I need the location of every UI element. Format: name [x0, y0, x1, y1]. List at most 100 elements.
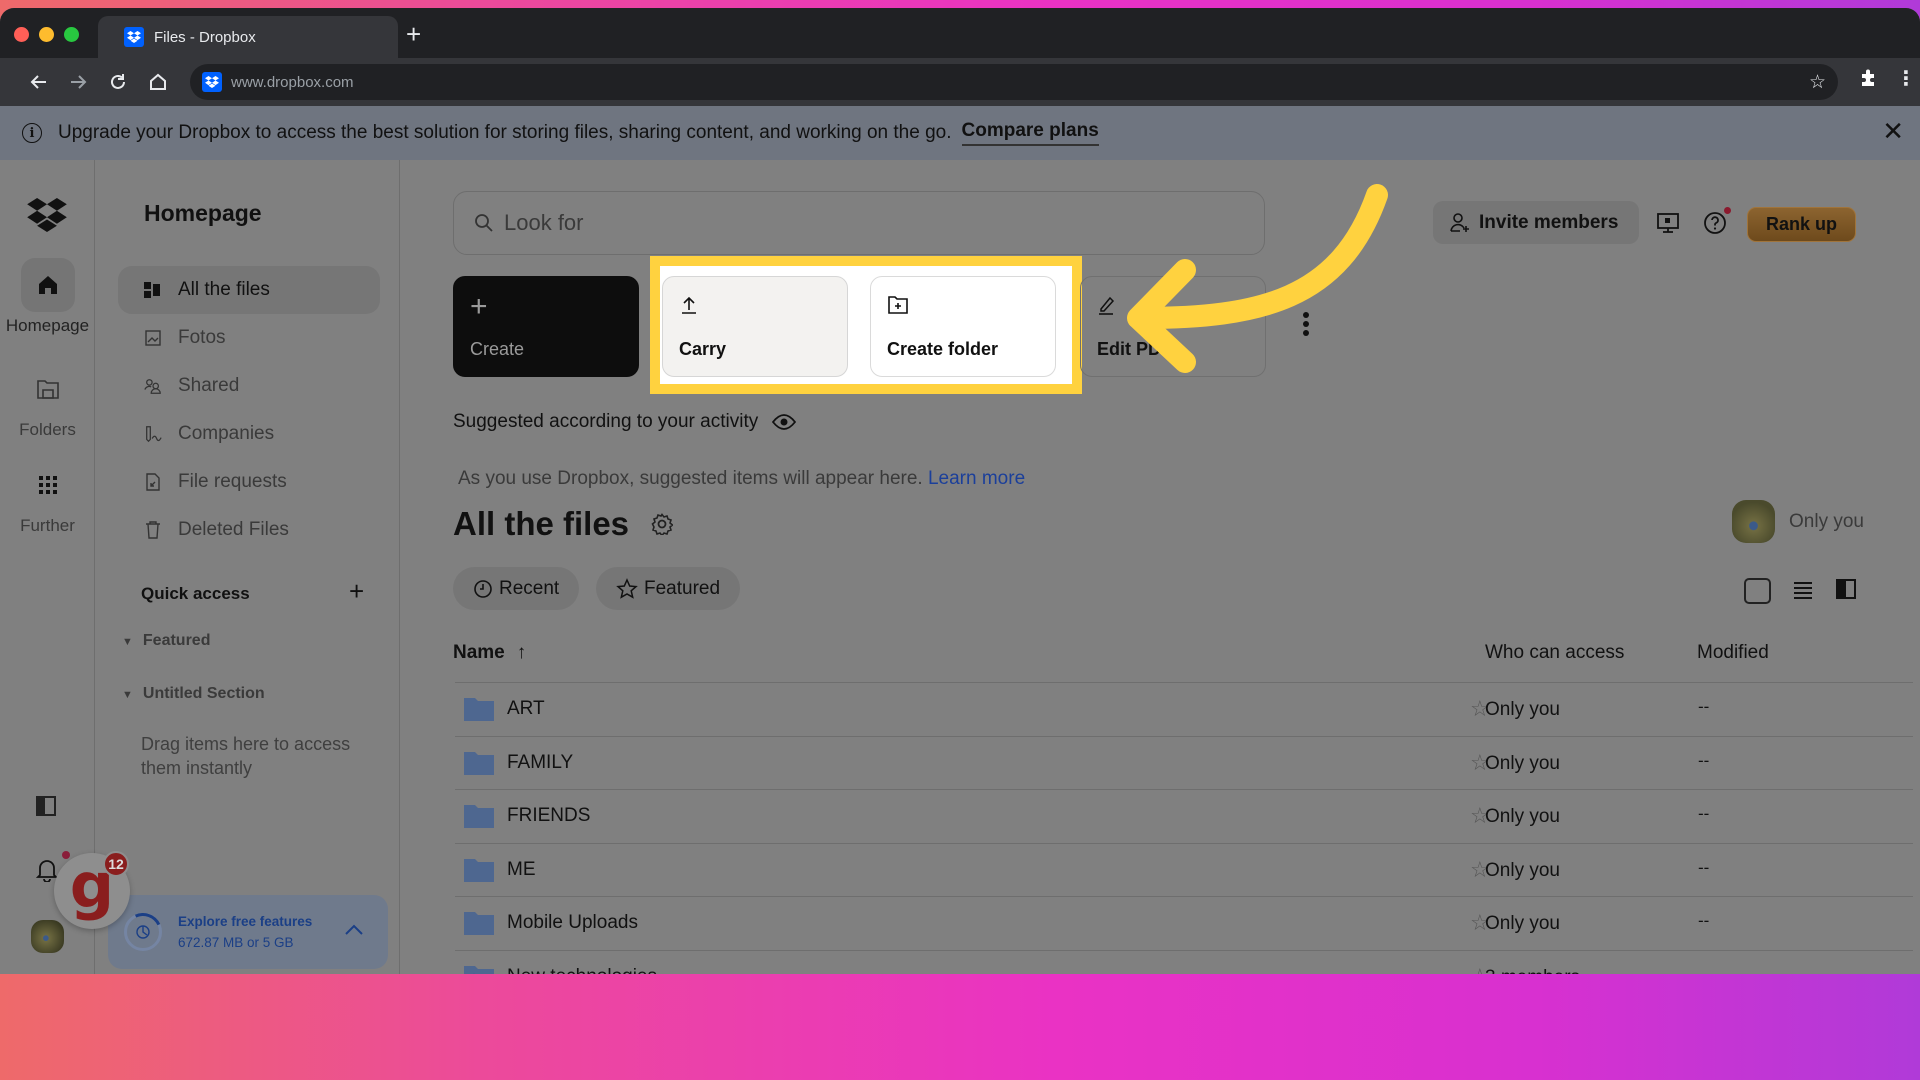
- sidebar-item-companies[interactable]: Companies: [118, 410, 380, 458]
- browser-window: Files - Dropbox + www.dropbox.com ☆ ⋮ i …: [0, 8, 1920, 974]
- browser-tab-bar: Files - Dropbox +: [0, 8, 1920, 58]
- reload-button[interactable]: [103, 67, 133, 97]
- create-button[interactable]: + Create: [453, 276, 639, 377]
- rail-item-homepage[interactable]: Homepage: [0, 258, 95, 336]
- sidebar-toggle-icon[interactable]: [36, 796, 56, 816]
- sort-ascending-icon: ↑: [516, 642, 527, 663]
- section-label: Featured: [142, 632, 211, 649]
- learn-more-link[interactable]: Learn more: [928, 468, 1025, 489]
- sidebar-item-file-requests[interactable]: File requests: [118, 458, 380, 506]
- sidebar-item-fotos[interactable]: Fotos: [118, 314, 380, 362]
- table-row[interactable]: FRIENDS ☆ Only you --: [455, 789, 1913, 843]
- folder-icon: [464, 751, 494, 775]
- gear-icon[interactable]: [651, 513, 674, 535]
- search-input[interactable]: Look for: [453, 191, 1265, 255]
- menu-kebab-icon[interactable]: ⋮: [1896, 66, 1916, 91]
- bookmark-star-icon[interactable]: ☆: [1809, 71, 1826, 94]
- compare-plans-link[interactable]: Compare plans: [961, 120, 1099, 146]
- quick-access-title: Quick access: [141, 584, 250, 603]
- suggested-header: Suggested according to your activity: [453, 411, 797, 433]
- all-files-icon: [144, 281, 162, 299]
- minimize-window-button[interactable]: [39, 27, 54, 42]
- sidebar-item-deleted-files[interactable]: Deleted Files: [118, 506, 380, 554]
- modified-label: --: [1698, 911, 1710, 930]
- extensions-icon[interactable]: [1858, 68, 1878, 94]
- quick-access-section-featured[interactable]: ▼ Featured: [122, 632, 210, 650]
- table-row[interactable]: New technologies☆3 members--: [455, 949, 1913, 975]
- rail-label: Homepage: [5, 316, 90, 335]
- file-name[interactable]: FRIENDS: [507, 805, 590, 827]
- home-icon: [150, 73, 166, 90]
- shared-folder-icon: [464, 965, 494, 974]
- sidebar-item-label: Fotos: [178, 327, 226, 348]
- sidebar-item-all-files[interactable]: All the files: [118, 266, 380, 314]
- reload-icon: [111, 74, 125, 89]
- guide-count-badge: 12: [103, 851, 129, 877]
- maximize-window-button[interactable]: [64, 27, 79, 42]
- column-header-name[interactable]: Name ↑: [453, 642, 526, 664]
- file-name[interactable]: New technologies: [507, 966, 657, 975]
- new-tab-button[interactable]: +: [406, 21, 421, 47]
- close-window-button[interactable]: [14, 27, 29, 42]
- rail-item-further[interactable]: Further: [0, 458, 95, 536]
- owner-info: Only you: [1732, 500, 1864, 543]
- modified-label: --: [1698, 697, 1710, 716]
- access-label: Only you: [1485, 859, 1560, 881]
- sidebar-item-shared[interactable]: Shared: [118, 362, 380, 410]
- list-view-icon[interactable]: [1793, 580, 1813, 600]
- dropbox-app: Homepage Folders Further Homepage All th…: [0, 160, 1920, 974]
- file-name[interactable]: ART: [507, 698, 545, 720]
- present-screen-icon[interactable]: [1656, 211, 1680, 235]
- user-avatar[interactable]: [31, 920, 64, 953]
- storage-widget[interactable]: Explore free features 672.87 MB or 5 GB: [108, 895, 388, 969]
- side-panel-icon[interactable]: [1836, 579, 1856, 599]
- owner-label: Only you: [1789, 510, 1864, 532]
- add-quick-access-button[interactable]: +: [349, 576, 364, 607]
- column-header-access[interactable]: Who can access: [1485, 642, 1624, 664]
- rail-item-folders[interactable]: Folders: [0, 362, 95, 440]
- quick-access-section-untitled[interactable]: ▼ Untitled Section: [122, 685, 265, 703]
- browser-tab[interactable]: Files - Dropbox: [98, 16, 398, 58]
- url-text: www.dropbox.com: [231, 73, 354, 91]
- invite-members-button[interactable]: Invite members: [1433, 201, 1639, 244]
- page-title: All the files: [453, 505, 674, 543]
- back-button[interactable]: [24, 67, 54, 97]
- forward-button[interactable]: [63, 67, 93, 97]
- grid-view-toggle[interactable]: [1744, 578, 1771, 604]
- chevron-up-icon[interactable]: [344, 919, 364, 942]
- edit-pdf-button[interactable]: Edit PDF: [1080, 276, 1266, 377]
- dropbox-logo-icon[interactable]: [27, 198, 67, 232]
- eye-icon[interactable]: [772, 413, 797, 431]
- column-header-modified[interactable]: Modified: [1697, 642, 1769, 664]
- table-row[interactable]: FAMILY ☆ Only you --: [455, 735, 1913, 790]
- table-row[interactable]: ART ☆ Only you --: [455, 682, 1913, 736]
- table-header: Name ↑ Who can access Modified: [453, 642, 1913, 672]
- table-row[interactable]: ME ☆ Only you --: [455, 842, 1913, 897]
- close-icon[interactable]: ✕: [1882, 118, 1904, 144]
- access-label: Only you: [1485, 752, 1560, 774]
- owner-avatar[interactable]: [1732, 500, 1775, 543]
- home-button[interactable]: [143, 67, 173, 97]
- address-bar[interactable]: www.dropbox.com ☆: [190, 64, 1838, 100]
- filter-chip-recent[interactable]: Recent: [453, 567, 580, 610]
- chevron-down-icon: ▼: [122, 636, 133, 648]
- more-actions-kebab-icon[interactable]: [1303, 312, 1309, 336]
- filter-chip-featured[interactable]: Featured: [596, 567, 741, 610]
- trash-icon: [144, 521, 162, 539]
- table-row[interactable]: Mobile Uploads ☆ Only you --: [455, 896, 1913, 950]
- create-folder-button[interactable]: Create folder: [870, 276, 1056, 377]
- banner-text: Upgrade your Dropbox to access the best …: [58, 122, 952, 143]
- file-name[interactable]: Mobile Uploads: [507, 912, 638, 934]
- rank-up-button[interactable]: Rank up: [1747, 207, 1856, 242]
- help-icon[interactable]: [1702, 210, 1728, 236]
- file-name[interactable]: ME: [507, 859, 536, 881]
- folder-icon: [36, 380, 59, 399]
- new-folder-icon: [888, 296, 908, 314]
- create-folder-label: Create folder: [887, 339, 999, 359]
- create-label: Create: [470, 339, 525, 359]
- upgrade-banner: i Upgrade your Dropbox to access the bes…: [0, 106, 1920, 160]
- info-icon: i: [22, 123, 42, 143]
- notifications-bell-icon[interactable]: [36, 858, 58, 882]
- file-name[interactable]: FAMILY: [507, 752, 573, 774]
- carry-upload-button[interactable]: Carry: [662, 276, 848, 377]
